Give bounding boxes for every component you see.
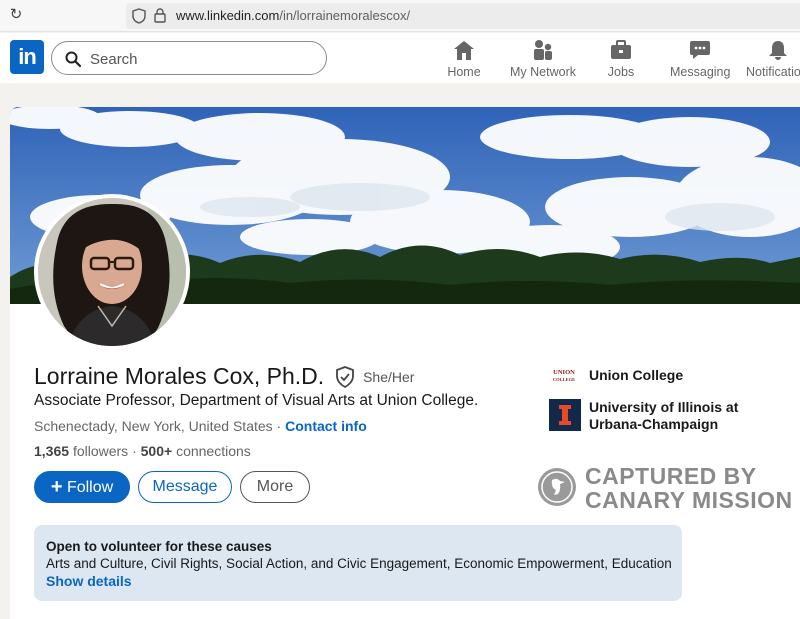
follow-label: Follow	[66, 479, 114, 496]
top-nav: in Home My Network Jobs Messaging Notifi…	[0, 33, 800, 83]
watermark-text: CAPTURED BY CANARY MISSION	[585, 464, 793, 512]
search-input[interactable]	[90, 49, 310, 69]
reload-icon[interactable]: ↻	[7, 6, 25, 24]
illinois-logo	[549, 399, 581, 431]
url-path: /in/lorrainemoralescox/	[279, 8, 411, 23]
nav-jobs[interactable]: Jobs	[603, 37, 639, 81]
search-box[interactable]	[51, 41, 327, 75]
chat-icon	[690, 41, 710, 59]
stats-row: 1,365 followers · 500+ connections	[34, 443, 251, 459]
linkedin-logo[interactable]: in	[10, 40, 44, 74]
followers-count: 1,365	[34, 443, 70, 459]
nav-notifications-label: Notifications	[746, 65, 800, 79]
connections-label: connections	[176, 443, 251, 459]
org-illinois-line1: University of Illinois at	[589, 399, 739, 415]
nav-home-label: Home	[447, 65, 481, 79]
location-separator: ·	[272, 418, 286, 434]
nav-my-network[interactable]: My Network	[508, 37, 578, 81]
org-illinois-line2: Urbana-Champaign	[589, 416, 719, 432]
contact-info-link[interactable]: Contact info	[285, 418, 367, 434]
browser-toolbar: ↻ www.linkedin.com/in/lorrainemoralescox…	[0, 0, 800, 32]
nav-messaging[interactable]: Messaging	[670, 37, 730, 81]
connections-count[interactable]: 500+	[141, 443, 173, 459]
union-logo-text-1: UNION	[553, 369, 575, 376]
location: Schenectady, New York, United States	[34, 418, 273, 434]
watermark-line2: CANARY MISSION	[585, 487, 793, 513]
message-button[interactable]: Message	[138, 471, 232, 503]
pronouns: She/Her	[363, 368, 415, 385]
url-text[interactable]: www.linkedin.com/in/lorrainemoralescox/	[176, 8, 410, 23]
nav-jobs-label: Jobs	[607, 65, 635, 79]
org-illinois-label: University of Illinois at Urbana-Champaig…	[589, 399, 738, 433]
followers-label: followers	[72, 443, 129, 459]
show-details-link[interactable]: Show details	[46, 573, 132, 589]
url-host: www.linkedin.com	[176, 8, 280, 23]
profile-card: Lorraine Morales Cox, Ph.D. She/Her Asso…	[10, 107, 800, 619]
verified-shield-icon[interactable]	[335, 365, 355, 388]
nav-my-network-label: My Network	[510, 65, 576, 79]
search-icon	[65, 51, 81, 67]
bell-icon	[769, 41, 787, 60]
profile-name: Lorraine Morales Cox, Ph.D.	[34, 363, 325, 389]
volunteer-title: Open to volunteer for these causes	[46, 539, 272, 554]
volunteer-causes-box: Open to volunteer for these causes Arts …	[34, 525, 682, 601]
avatar-photo	[38, 198, 186, 346]
lock-icon[interactable]	[154, 8, 166, 23]
profile-avatar[interactable]	[34, 194, 190, 350]
volunteer-causes: Arts and Culture, Civil Rights, Social A…	[46, 556, 672, 571]
shield-icon[interactable]	[132, 8, 146, 24]
union-college-logo: UNIONCOLLEGE	[553, 369, 575, 382]
plus-icon: +	[50, 476, 63, 498]
nav-messaging-label: Messaging	[670, 65, 731, 79]
nav-home[interactable]: Home	[444, 37, 484, 81]
org-union-college-label: Union College	[589, 367, 684, 383]
address-bar[interactable]: www.linkedin.com/in/lorrainemoralescox/	[126, 3, 800, 29]
home-icon	[454, 41, 474, 60]
profile-headline: Associate Professor, Department of Visua…	[34, 392, 479, 409]
watermark-line1: CAPTURED BY	[585, 463, 757, 489]
briefcase-icon	[611, 40, 631, 59]
union-logo-text-2: COLLEGE	[553, 377, 575, 382]
nav-notifications[interactable]: Notifications	[746, 37, 800, 81]
more-button[interactable]: More	[240, 471, 310, 503]
follow-button[interactable]: + Follow	[34, 471, 130, 503]
network-icon	[534, 40, 552, 60]
name-row: Lorraine Morales Cox, Ph.D. She/Her	[34, 363, 414, 390]
location-row: Schenectady, New York, United States · C…	[34, 418, 367, 434]
canary-bird-icon	[538, 468, 576, 506]
